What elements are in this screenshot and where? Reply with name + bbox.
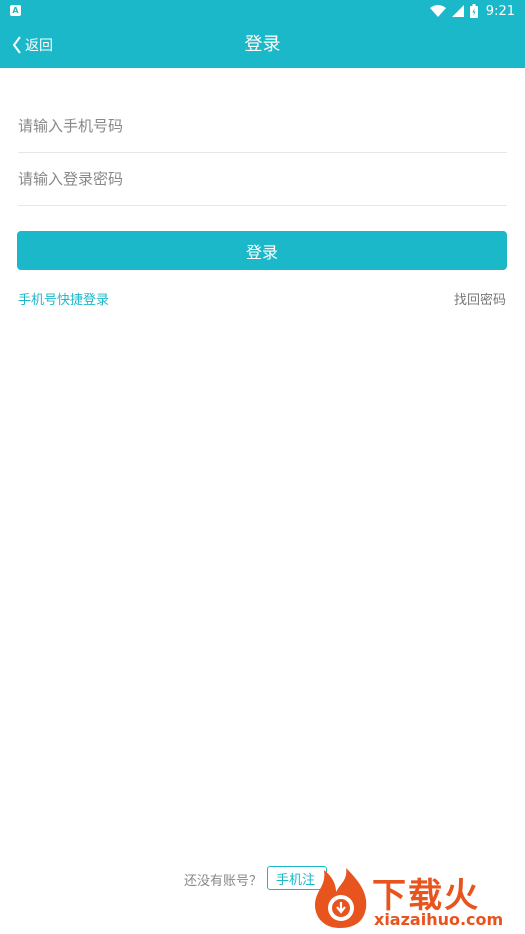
- chevron-left-icon: [12, 36, 21, 54]
- password-field: [18, 153, 507, 206]
- page-title: 登录: [244, 34, 281, 55]
- find-password-link[interactable]: 找回密码: [454, 289, 506, 308]
- cellular-signal-icon: [451, 5, 464, 17]
- back-button[interactable]: 返回: [12, 22, 53, 68]
- status-icons: 9:21: [429, 0, 515, 22]
- watermark: 下载火 xiazaihuo.com: [306, 864, 525, 932]
- watermark-domain: xiazaihuo.com: [374, 910, 504, 929]
- status-bar: A 9:21: [0, 0, 525, 22]
- password-input[interactable]: [18, 153, 507, 205]
- wifi-icon: [429, 5, 446, 17]
- battery-icon: [469, 4, 478, 18]
- quick-login-link[interactable]: 手机号快捷登录: [18, 289, 109, 308]
- login-button[interactable]: 登录: [17, 231, 507, 270]
- back-label: 返回: [25, 38, 53, 54]
- app-header: 返回 登录: [0, 22, 525, 68]
- phone-input[interactable]: [18, 100, 507, 152]
- app-notification-icon: A: [10, 5, 21, 16]
- flame-logo-icon: [315, 868, 367, 928]
- status-time: 9:21: [485, 3, 515, 19]
- phone-field: [18, 100, 507, 153]
- no-account-text: 还没有账号？: [184, 874, 263, 889]
